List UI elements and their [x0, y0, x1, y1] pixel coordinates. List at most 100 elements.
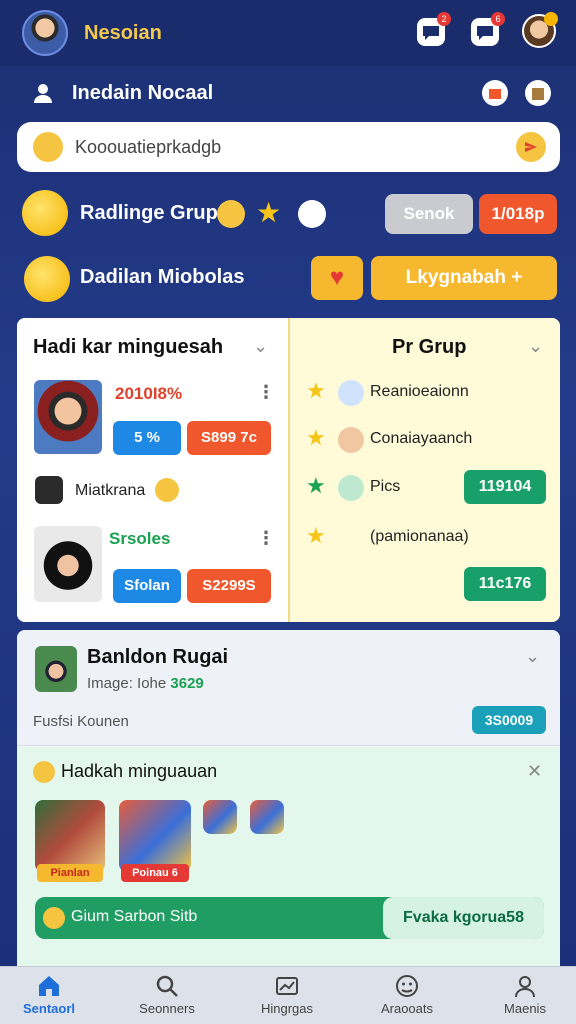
tag-orange[interactable]: S899 7c — [187, 421, 271, 455]
more-icon[interactable]: ⋮ — [257, 528, 275, 549]
user-avatar[interactable] — [22, 10, 68, 56]
game-tile-small[interactable] — [250, 800, 284, 834]
promo-left-label: Gium Sarbon Sitb — [71, 908, 198, 925]
invite-label: Dadilan Miobolas — [80, 266, 245, 288]
item-label: (pamionanaa) — [370, 528, 469, 545]
post-pill[interactable]: 3S0009 — [472, 706, 546, 734]
meta-value: 3629 — [170, 675, 204, 692]
promo-right-button[interactable]: Fvaka kgorua58 — [383, 897, 544, 939]
cta-button[interactable]: Lkygnabah + — [371, 256, 557, 300]
meta-label: Image: Iohe — [87, 675, 167, 692]
nav-label: Hingrgas — [260, 1001, 314, 1016]
emoji-icon — [33, 761, 55, 783]
nav-label: Maenis — [504, 1001, 546, 1016]
member-photo[interactable] — [34, 380, 102, 454]
home-icon — [39, 976, 59, 996]
nav-profile[interactable]: Maenis — [470, 967, 576, 1024]
left-panel-title: Hadi kar minguesah — [33, 336, 224, 358]
search-input[interactable] — [75, 134, 495, 160]
member-thumb[interactable] — [35, 476, 63, 504]
post-meta: Image: Iohe 3629 — [87, 675, 204, 692]
groups-panel: Hadi kar minguesah ⌄ 2010I8% ⋮ 5 % S899 … — [17, 318, 560, 622]
search-bar — [17, 122, 560, 172]
bottom-nav: Sentaorl Seonners Hingrgas Araooats Maen… — [0, 966, 576, 1024]
chat-icon[interactable]: 2 — [417, 12, 451, 46]
avatar-icon — [338, 475, 364, 501]
person-icon — [34, 84, 52, 103]
secondary-button[interactable]: Senok — [385, 194, 473, 234]
games-title: Hadkah minguauan — [61, 761, 218, 781]
send-icon[interactable] — [516, 132, 546, 162]
chart-icon — [276, 977, 298, 995]
nav-label: Araooats — [380, 1001, 434, 1016]
right-panel-title: Pr Grup — [392, 336, 467, 358]
emoji-icon — [217, 200, 245, 228]
member-name: Miatkrana — [75, 482, 146, 499]
feed-card: Banldon Rugai ⌄ Image: Iohe 3629 Fusfsi … — [17, 630, 560, 970]
member-photo[interactable] — [34, 526, 102, 602]
game-caption: Poinau 6 — [121, 864, 189, 882]
profile-icon — [515, 976, 535, 998]
left-panel: Hadi kar minguesah ⌄ 2010I8% ⋮ 5 % S899 … — [17, 318, 288, 622]
tag-blue[interactable]: 5 % — [113, 421, 181, 455]
notification-badge: 6 — [491, 12, 505, 26]
nav-activity[interactable]: Araooats — [352, 967, 462, 1024]
heart-button[interactable]: ♥ — [311, 256, 363, 300]
chevron-down-icon[interactable]: ⌄ — [253, 336, 268, 357]
nav-search[interactable]: Seonners — [112, 967, 222, 1024]
post-title: Banldon Rugai — [87, 646, 229, 668]
star-icon: ★ — [306, 378, 326, 403]
box-icon[interactable] — [525, 80, 551, 106]
profile-avatar[interactable] — [522, 12, 558, 48]
tag-orange[interactable]: S2299S — [187, 569, 271, 603]
game-tile[interactable] — [35, 800, 105, 872]
item-label: Conaiayaanch — [370, 430, 473, 447]
group-row-item[interactable]: ★ (pamionanaa) — [306, 523, 556, 553]
app-title: Nesoian — [84, 22, 162, 44]
star-icon: ★ — [306, 473, 326, 498]
emoji-icon — [33, 132, 63, 162]
emoji-icon — [43, 907, 65, 929]
group-label: Radlinge Grup — [80, 202, 218, 224]
post-note: Fusfsi Kounen — [33, 713, 129, 730]
group-row-item[interactable]: ★ Reanioeaionn — [306, 378, 556, 408]
tag-blue[interactable]: Sfolan — [113, 569, 181, 603]
nav-home[interactable]: Sentaorl — [0, 967, 104, 1024]
game-tile-small[interactable] — [203, 800, 237, 834]
profile-badge — [544, 12, 558, 26]
nav-label: Seonners — [139, 1001, 195, 1016]
member-name: Srsoles — [109, 529, 171, 548]
post-avatar[interactable] — [35, 646, 77, 692]
value-pill[interactable]: 11c176 — [464, 567, 546, 601]
chevron-down-icon[interactable]: ⌄ — [525, 646, 540, 667]
gift-icon[interactable] — [482, 80, 508, 106]
item-label: Reanioeaionn — [370, 383, 469, 400]
group-row-item[interactable]: ★ Conaiayaanch — [306, 425, 556, 455]
avatar-icon — [338, 525, 364, 551]
primary-button[interactable]: 1/018p — [479, 194, 557, 234]
smile-emoji-icon — [22, 190, 68, 236]
star-icon: ★ — [306, 425, 326, 450]
right-panel: Pr Grup ⌄ ★ Reanioeaionn ★ Conaiayaanch … — [288, 318, 560, 622]
game-tile[interactable] — [119, 800, 191, 872]
notification-badge: 2 — [437, 12, 451, 26]
star-icon: ★ — [256, 197, 282, 228]
message-icon[interactable]: 6 — [471, 12, 505, 46]
nav-label: Sentaorl — [22, 1001, 75, 1016]
promo-bar[interactable]: Gium Sarbon Sitb Fvaka kgorua58 — [35, 897, 544, 939]
user-name: Inedain Nocaal — [72, 82, 214, 104]
camera-icon[interactable] — [298, 200, 326, 228]
feed-post: Banldon Rugai ⌄ Image: Iohe 3629 Fusfsi … — [17, 630, 560, 746]
avatar-icon — [338, 380, 364, 406]
face-icon — [396, 975, 418, 997]
star-icon: ★ — [306, 523, 326, 548]
top-bar: Nesoian 2 6 — [0, 0, 576, 66]
more-icon[interactable]: ⋮ — [257, 382, 275, 403]
invite-row: Dadilan Miobolas ♥ Lkygnabah + — [22, 254, 562, 304]
search-icon — [156, 975, 178, 997]
emoji-icon — [155, 478, 179, 502]
chevron-down-icon[interactable]: ⌄ — [528, 336, 543, 357]
close-icon[interactable]: ✕ — [527, 761, 542, 782]
nav-messages[interactable]: Hingrgas — [232, 967, 342, 1024]
value-pill[interactable]: 119104 — [464, 470, 546, 504]
